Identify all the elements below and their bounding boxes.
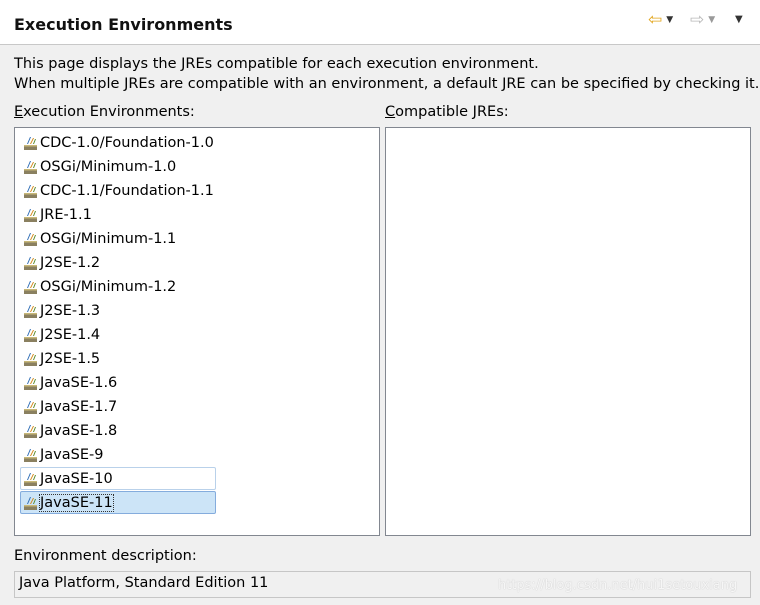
- forward-dropdown-chevron-icon[interactable]: ▼: [708, 10, 715, 30]
- execution-environment-icon: [24, 472, 37, 486]
- env-item-label: JRE-1.1: [40, 206, 92, 223]
- env-list-item[interactable]: JRE-1.1: [20, 203, 216, 226]
- env-list-item[interactable]: CDC-1.0/Foundation-1.0: [20, 131, 216, 154]
- env-list-item[interactable]: JavaSE-1.6: [20, 371, 216, 394]
- env-item-label: J2SE-1.5: [40, 350, 101, 367]
- execution-environment-icon: [24, 328, 37, 342]
- env-item-label: J2SE-1.4: [40, 326, 101, 343]
- execution-environment-icon: [24, 208, 37, 222]
- forward-arrow-icon[interactable]: ⇨: [690, 10, 704, 30]
- environment-description-label: Environment description:: [14, 548, 197, 564]
- execution-environments-list[interactable]: CDC-1.0/Foundation-1.0 OSGi/Minimum-1.0 CD…: [14, 127, 380, 536]
- page-title: Execution Environments: [14, 15, 233, 34]
- back-nav: ⇦ ▼: [648, 10, 673, 30]
- env-list-item[interactable]: J2SE-1.3: [20, 299, 216, 322]
- view-menu-icon[interactable]: ▼: [735, 10, 743, 30]
- execution-environment-icon: [24, 232, 37, 246]
- jre-label-text: ompatible JREs:: [395, 104, 509, 120]
- back-dropdown-chevron-icon[interactable]: ▼: [666, 10, 673, 30]
- env-list-item[interactable]: JavaSE-9: [20, 443, 216, 466]
- env-label-text: xecution Environments:: [23, 104, 195, 120]
- execution-environment-icon: [24, 304, 37, 318]
- env-list-item[interactable]: OSGi/Minimum-1.1: [20, 227, 216, 250]
- env-item-label: CDC-1.1/Foundation-1.1: [40, 182, 214, 199]
- execution-environment-icon: [24, 448, 37, 462]
- page-header: Execution Environments ⇦ ▼ ⇨ ▼ ▼: [0, 0, 760, 45]
- execution-environment-icon: [24, 400, 37, 414]
- description-line-2: When multiple JREs are compatible with a…: [14, 76, 760, 92]
- execution-environment-icon: [24, 352, 37, 366]
- compatible-jres-list[interactable]: [385, 127, 751, 536]
- execution-environment-icon: [24, 256, 37, 270]
- execution-environment-icon: [24, 184, 37, 198]
- execution-environments-label: Execution Environments:: [14, 104, 195, 120]
- env-item-label: J2SE-1.3: [40, 302, 101, 319]
- page-description: This page displays the JREs compatible f…: [14, 54, 759, 94]
- env-item-label: OSGi/Minimum-1.2: [40, 278, 177, 295]
- description-line-1: This page displays the JREs compatible f…: [14, 56, 539, 72]
- env-list-item[interactable]: CDC-1.1/Foundation-1.1: [20, 179, 216, 202]
- forward-nav: ⇨ ▼: [690, 10, 715, 30]
- env-list-item[interactable]: JavaSE-10: [20, 467, 216, 490]
- execution-environment-icon: [24, 160, 37, 174]
- env-item-label: OSGi/Minimum-1.1: [40, 230, 177, 247]
- env-list-item[interactable]: J2SE-1.4: [20, 323, 216, 346]
- env-list-item[interactable]: JavaSE-11: [20, 491, 216, 514]
- env-item-label: JavaSE-9: [40, 446, 104, 463]
- jre-label-mnemonic: C: [385, 104, 396, 120]
- env-item-label: JavaSE-1.8: [40, 422, 118, 439]
- execution-environment-icon: [24, 376, 37, 390]
- env-item-label: JavaSE-1.6: [40, 374, 118, 391]
- env-item-label: OSGi/Minimum-1.0: [40, 158, 177, 175]
- env-list-item[interactable]: JavaSE-1.8: [20, 419, 216, 442]
- env-item-label: JavaSE-11: [39, 493, 114, 512]
- watermark: https://blog.csdn.net/hui1setouxiang: [498, 578, 738, 593]
- env-label-mnemonic: E: [14, 104, 24, 120]
- env-list-item[interactable]: OSGi/Minimum-1.2: [20, 275, 216, 298]
- env-list-item[interactable]: J2SE-1.2: [20, 251, 216, 274]
- env-list-item[interactable]: JavaSE-1.7: [20, 395, 216, 418]
- execution-environment-icon: [24, 496, 37, 510]
- env-item-label: CDC-1.0/Foundation-1.0: [40, 134, 214, 151]
- env-list-item[interactable]: J2SE-1.5: [20, 347, 216, 370]
- env-item-label: JavaSE-1.7: [40, 398, 118, 415]
- compatible-jres-label: Compatible JREs:: [385, 104, 509, 120]
- execution-environment-icon: [24, 424, 37, 438]
- execution-environment-icon: [24, 136, 37, 150]
- back-arrow-icon[interactable]: ⇦: [648, 10, 662, 30]
- env-item-label: J2SE-1.2: [40, 254, 101, 271]
- env-list-item[interactable]: OSGi/Minimum-1.0: [20, 155, 216, 178]
- env-item-label: JavaSE-10: [40, 470, 113, 487]
- execution-environment-icon: [24, 280, 37, 294]
